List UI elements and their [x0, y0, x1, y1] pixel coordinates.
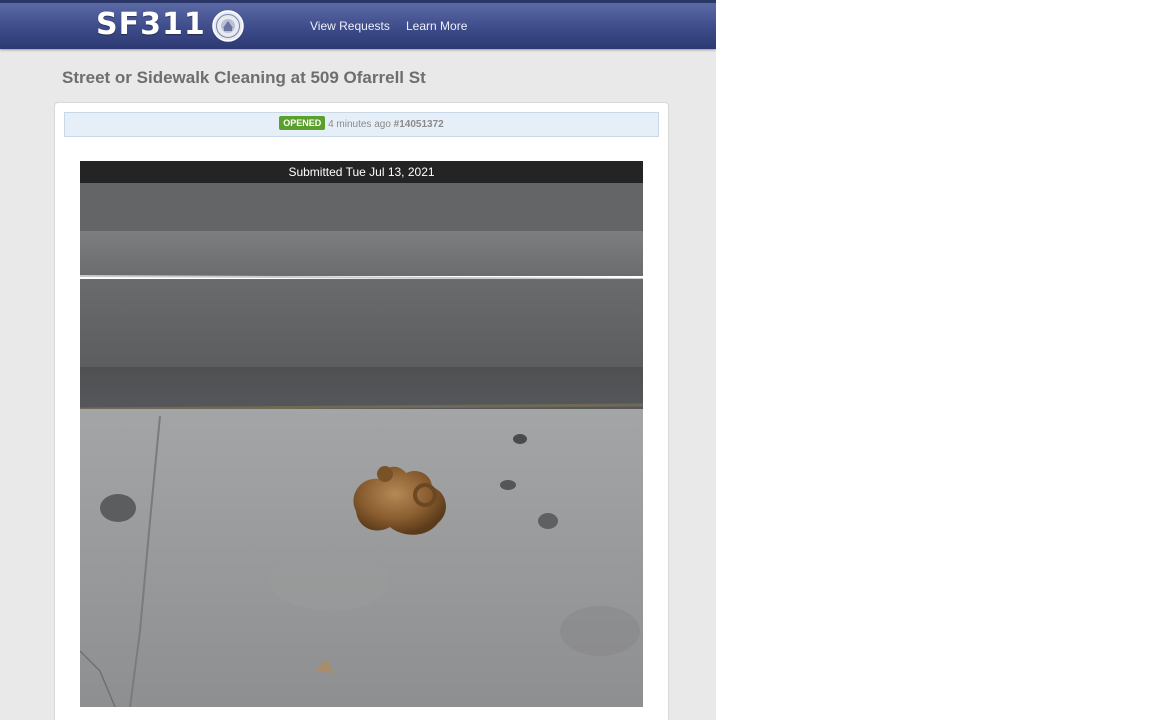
top-navigation-bar: SF311 View Requests Learn More	[0, 0, 716, 49]
status-badge: OPENED	[279, 116, 326, 130]
request-id: #14051372	[393, 119, 444, 130]
browser-viewport: SF311 View Requests Learn More Street or…	[0, 0, 716, 720]
photo-caption: Submitted Tue Jul 13, 2021	[80, 161, 643, 183]
nav-view-requests-link[interactable]: View Requests	[310, 19, 390, 33]
photo-image	[80, 161, 643, 707]
time-ago: 4 minutes ago	[328, 119, 391, 130]
sf311-logo[interactable]: SF311	[96, 7, 206, 42]
status-bar: OPENED 4 minutes ago #14051372	[64, 112, 659, 137]
nav-learn-more-link[interactable]: Learn More	[406, 19, 467, 33]
request-card: OPENED 4 minutes ago #14051372 Submitted…	[54, 102, 669, 720]
city-seal-icon[interactable]	[212, 10, 244, 42]
page-title: Street or Sidewalk Cleaning at 509 Ofarr…	[62, 68, 426, 87]
request-photo[interactable]: Submitted Tue Jul 13, 2021	[80, 161, 643, 707]
